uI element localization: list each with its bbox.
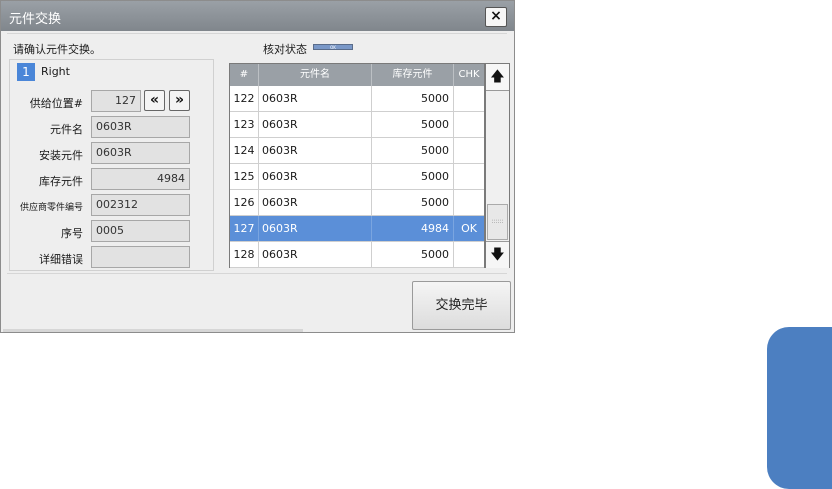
row-number: 122 (230, 86, 259, 111)
table-row[interactable]: 125 0603R 5000 (230, 164, 484, 190)
row-check: OK (461, 222, 477, 235)
confirm-prompt: 请确认元件交换。 (13, 43, 101, 56)
table-row[interactable]: 127 0603R 4984 OK (230, 216, 484, 242)
error-detail-label: 详细错误 (39, 253, 83, 266)
row-part-name: 0603R (259, 112, 372, 137)
side-tab[interactable] (767, 327, 832, 489)
row-check (454, 164, 484, 189)
check-status-indicator: OK (313, 44, 353, 50)
dialog-title: 元件交换 (9, 12, 62, 27)
table-header: # 元件名 库存元件 CHK (230, 64, 484, 86)
vendor-part-no-label: 供应商零件编号 (19, 203, 83, 213)
row-stock: 4984 (372, 216, 454, 241)
row-part-name: 0603R (259, 138, 372, 163)
row-stock: 5000 (372, 86, 454, 111)
row-stock: 5000 (372, 190, 454, 215)
row-stock: 5000 (372, 242, 454, 267)
row-stock: 5000 (372, 138, 454, 163)
column-header-part-name: 元件名 (259, 64, 372, 86)
column-header-number: # (230, 64, 259, 86)
part-name-label: 元件名 (50, 123, 83, 136)
error-detail-field (91, 246, 190, 268)
row-number: 128 (230, 242, 259, 267)
vendor-part-no-field: 002312 (91, 194, 190, 216)
row-part-name: 0603R (259, 86, 372, 111)
side-label: Right (41, 65, 70, 78)
table-row[interactable]: 128 0603R 5000 (230, 242, 484, 268)
table-row[interactable]: 122 0603R 5000 (230, 86, 484, 112)
row-check (454, 112, 484, 137)
row-number: 126 (230, 190, 259, 215)
close-button[interactable]: × (485, 7, 507, 27)
dialog-titlebar: 元件交换 × (1, 1, 514, 31)
feed-position-label: 供给位置# (29, 97, 83, 110)
table-row[interactable]: 123 0603R 5000 (230, 112, 484, 138)
part-name-field: 0603R (91, 116, 190, 138)
exchange-complete-button[interactable]: 交换完毕 (412, 281, 511, 330)
scroll-thumb[interactable]: :::::: (487, 204, 508, 240)
column-header-stock: 库存元件 (372, 64, 454, 86)
row-stock: 5000 (372, 164, 454, 189)
scroll-down-icon[interactable]: 🡇 (486, 241, 509, 268)
stock-part-label: 库存元件 (39, 175, 83, 188)
divider (7, 33, 507, 34)
side-number-badge: 1 (17, 63, 35, 81)
scroll-up-icon[interactable]: 🡅 (486, 64, 509, 91)
divider (7, 273, 507, 274)
row-part-name: 0603R (259, 242, 372, 267)
row-part-name: 0603R (259, 164, 372, 189)
part-exchange-dialog: 元件交换 × 请确认元件交换。 核对状态 OK 1 Right 供给位置# 12… (0, 0, 515, 333)
check-status-label: 核对状态 (263, 43, 307, 56)
row-number: 125 (230, 164, 259, 189)
serial-field: 0005 (91, 220, 190, 242)
mounted-part-label: 安装元件 (39, 149, 83, 162)
previous-position-button[interactable]: « (144, 90, 165, 111)
row-number: 124 (230, 138, 259, 163)
serial-label: 序号 (61, 227, 83, 240)
table-scrollbar[interactable]: 🡅 :::::: 🡇 (485, 63, 510, 268)
column-header-check: CHK (458, 69, 480, 80)
row-check (454, 138, 484, 163)
next-position-button[interactable]: » (169, 90, 190, 111)
mounted-part-field: 0603R (91, 142, 190, 164)
row-check (454, 86, 484, 111)
row-part-name: 0603R (259, 190, 372, 215)
row-stock: 5000 (372, 112, 454, 137)
table-row[interactable]: 124 0603R 5000 (230, 138, 484, 164)
row-number: 127 (230, 216, 259, 241)
row-number: 123 (230, 112, 259, 137)
row-part-name: 0603R (259, 216, 372, 241)
feed-position-field[interactable]: 127 (91, 90, 141, 112)
stock-part-field: 4984 (91, 168, 190, 190)
feeder-table: # 元件名 库存元件 CHK 122 0603R 5000 123 0603R 5000 1… (229, 63, 485, 268)
table-row[interactable]: 126 0603R 5000 (230, 190, 484, 216)
row-check (454, 242, 484, 267)
bottom-strip (3, 329, 303, 332)
row-check (454, 190, 484, 215)
